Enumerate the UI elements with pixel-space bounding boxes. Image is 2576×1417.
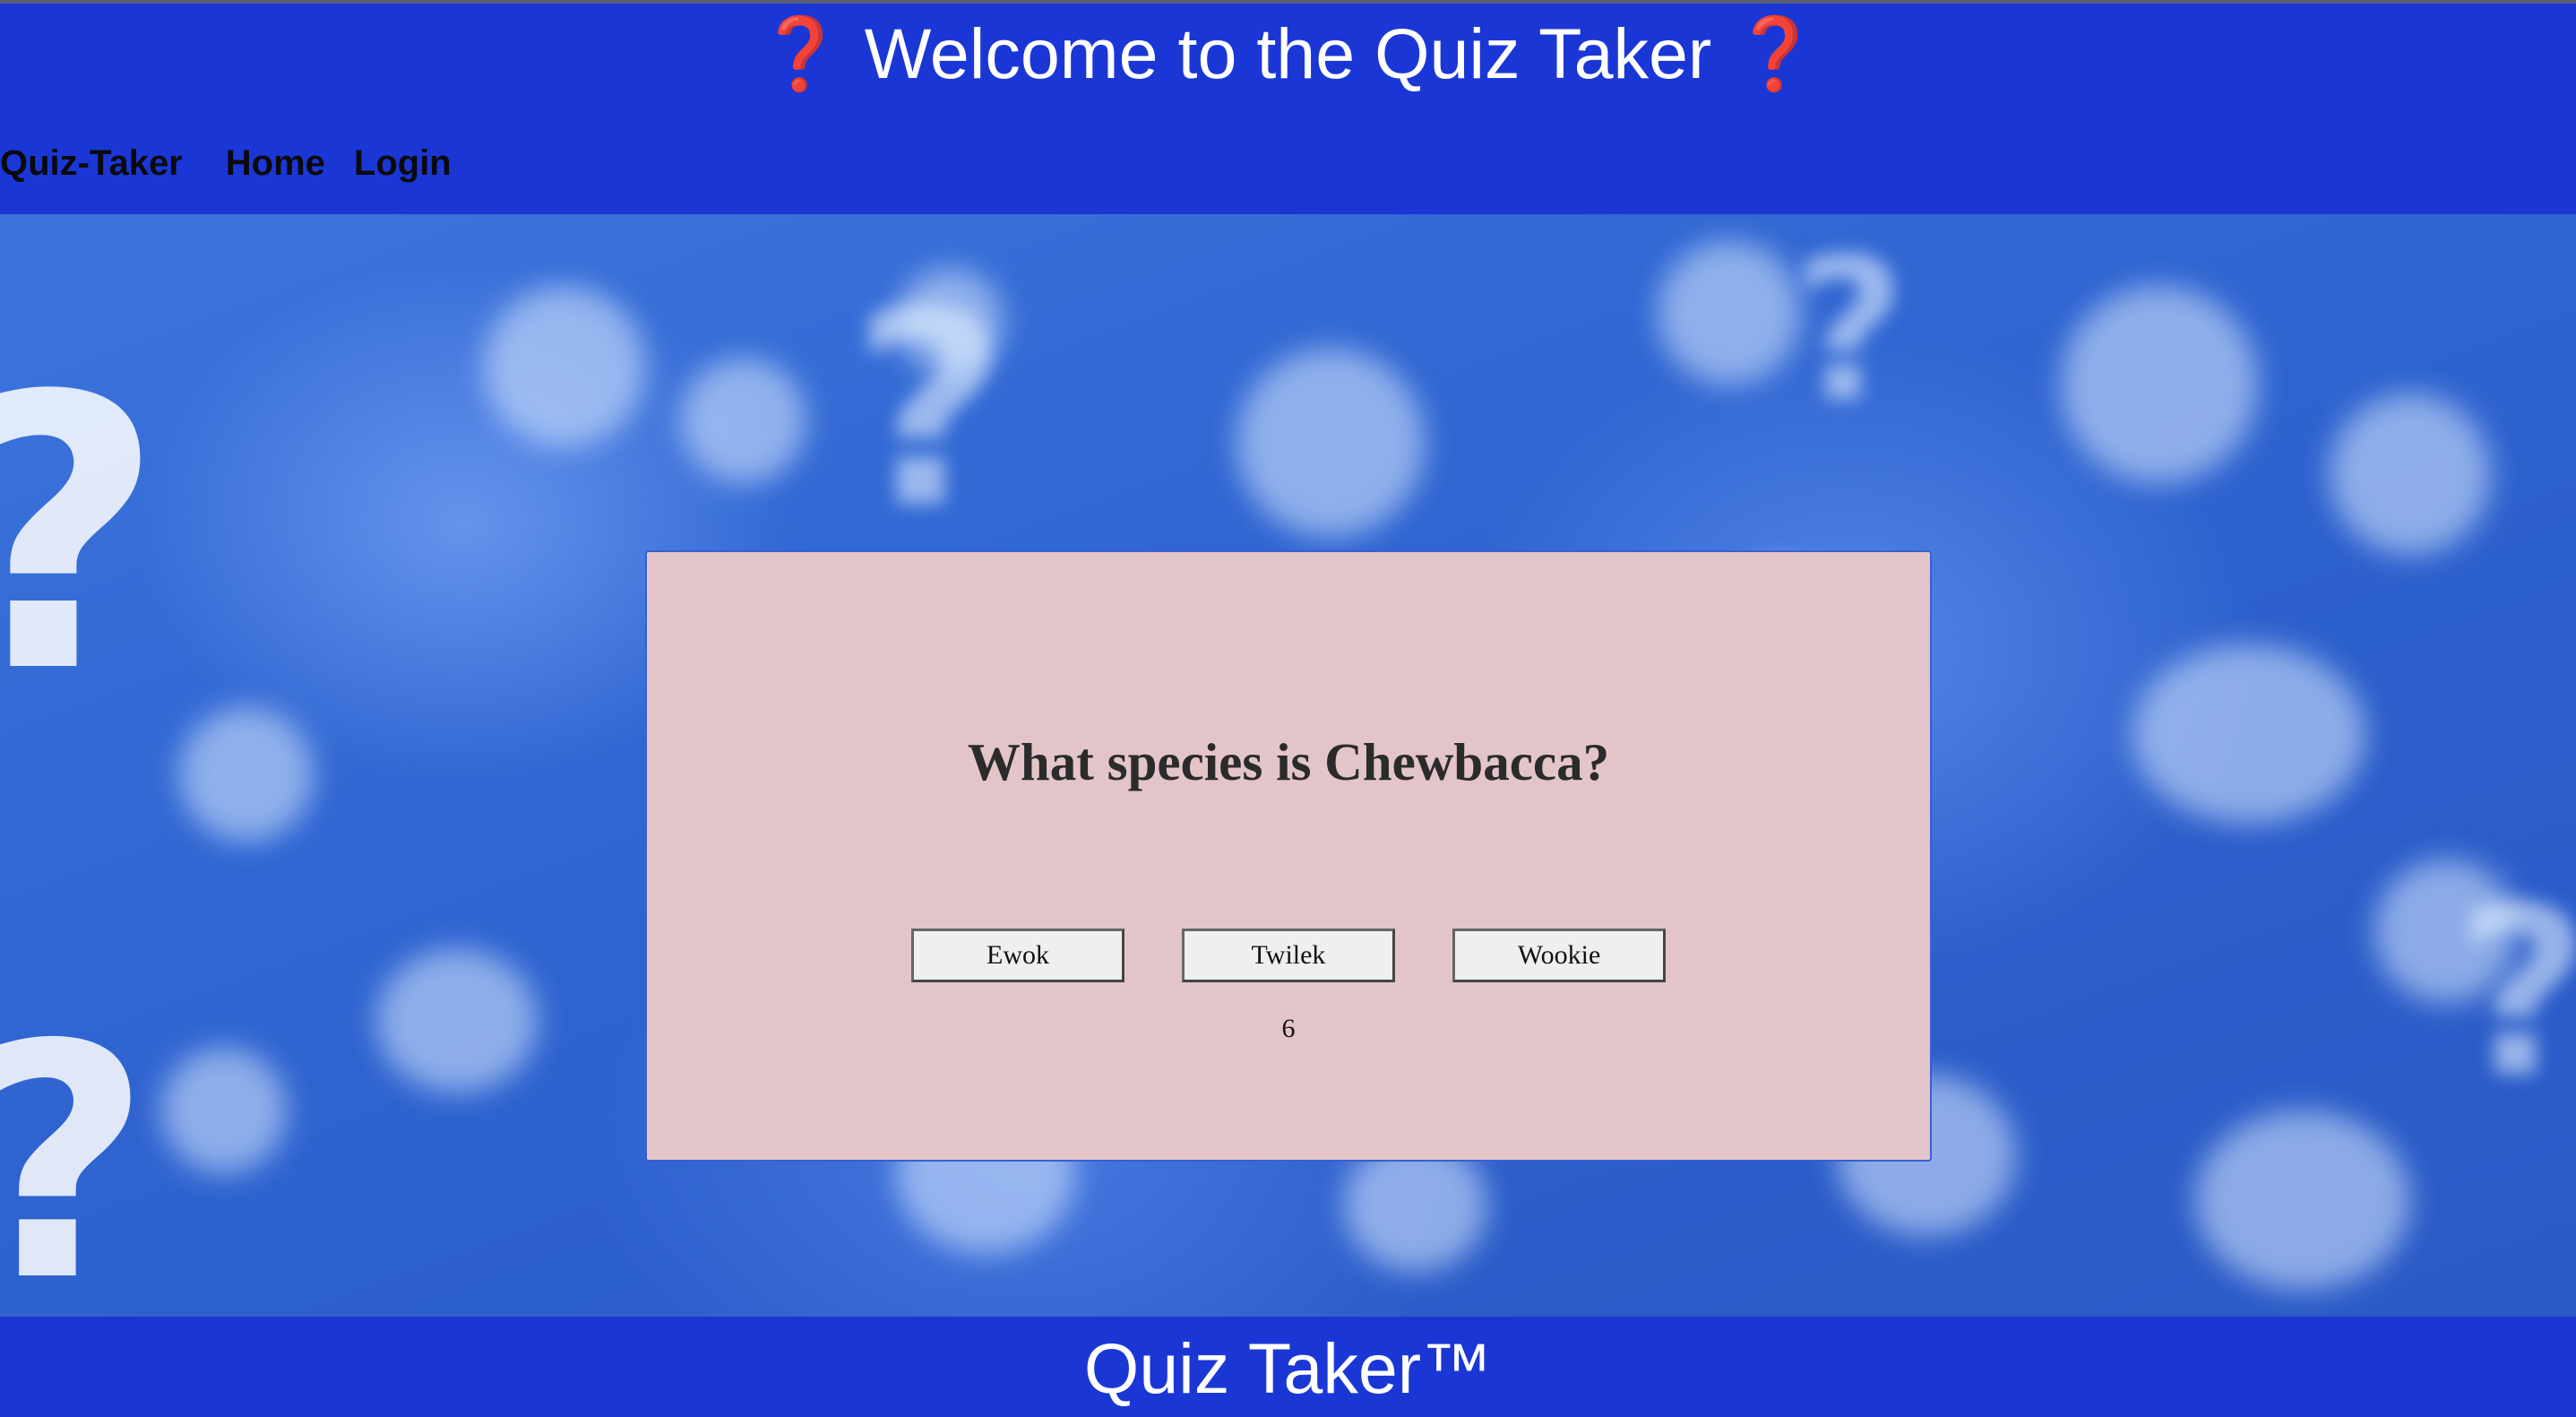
answer-options: Ewok Twilek Wookie: [647, 929, 1930, 982]
countdown-timer: 6: [1281, 1014, 1296, 1043]
question-mark-decoration: ?: [1792, 216, 1907, 445]
bokeh-light: [2132, 644, 2365, 824]
answer-button-twilek[interactable]: Twilek: [1182, 929, 1395, 982]
question-mark-decoration: ?: [851, 255, 1008, 567]
question-mark-decoration: ?: [0, 349, 165, 725]
bokeh-light: [1658, 241, 1801, 384]
bokeh-light: [1236, 349, 1425, 537]
bokeh-light: [2330, 393, 2491, 555]
bokeh-light: [2195, 1110, 2410, 1290]
bokeh-light: [484, 286, 645, 447]
answer-button-ewok[interactable]: Ewok: [911, 929, 1124, 982]
footer-brand: Quiz Taker™: [1083, 1328, 1493, 1408]
nav-login-link[interactable]: Login: [354, 143, 452, 184]
question-mark-icon: ❓: [756, 13, 845, 95]
brand-link[interactable]: Quiz-Taker: [0, 143, 183, 184]
bokeh-light: [376, 949, 538, 1093]
main-nav: Quiz-Taker Home Login: [0, 138, 452, 188]
page-title: ❓ Welcome to the Quiz Taker ❓: [0, 9, 2576, 99]
bokeh-light: [179, 707, 314, 842]
bokeh-light: [161, 1048, 287, 1173]
question-text: What species is Chewbacca?: [967, 732, 1610, 791]
question-mark-decoration: ?: [0, 1003, 151, 1318]
nav-home-link[interactable]: Home: [226, 143, 325, 184]
quiz-card: What species is Chewbacca? Ewok Twilek W…: [645, 550, 1932, 1162]
question-mark-decoration: ?: [2455, 877, 2576, 1110]
bokeh-light: [681, 358, 806, 483]
site-footer: Quiz Taker™: [0, 1317, 2576, 1417]
bokeh-light: [2061, 286, 2258, 483]
page-title-text: Welcome to the Quiz Taker: [864, 13, 1712, 93]
hero-background: ? ? ? ? ? ? What species is Chewbacca? E…: [0, 214, 2576, 1317]
question-mark-icon: ❓: [1731, 13, 1820, 95]
answer-button-wookie[interactable]: Wookie: [1452, 929, 1666, 982]
site-header: ❓ Welcome to the Quiz Taker ❓ Quiz-Taker…: [0, 4, 2576, 214]
